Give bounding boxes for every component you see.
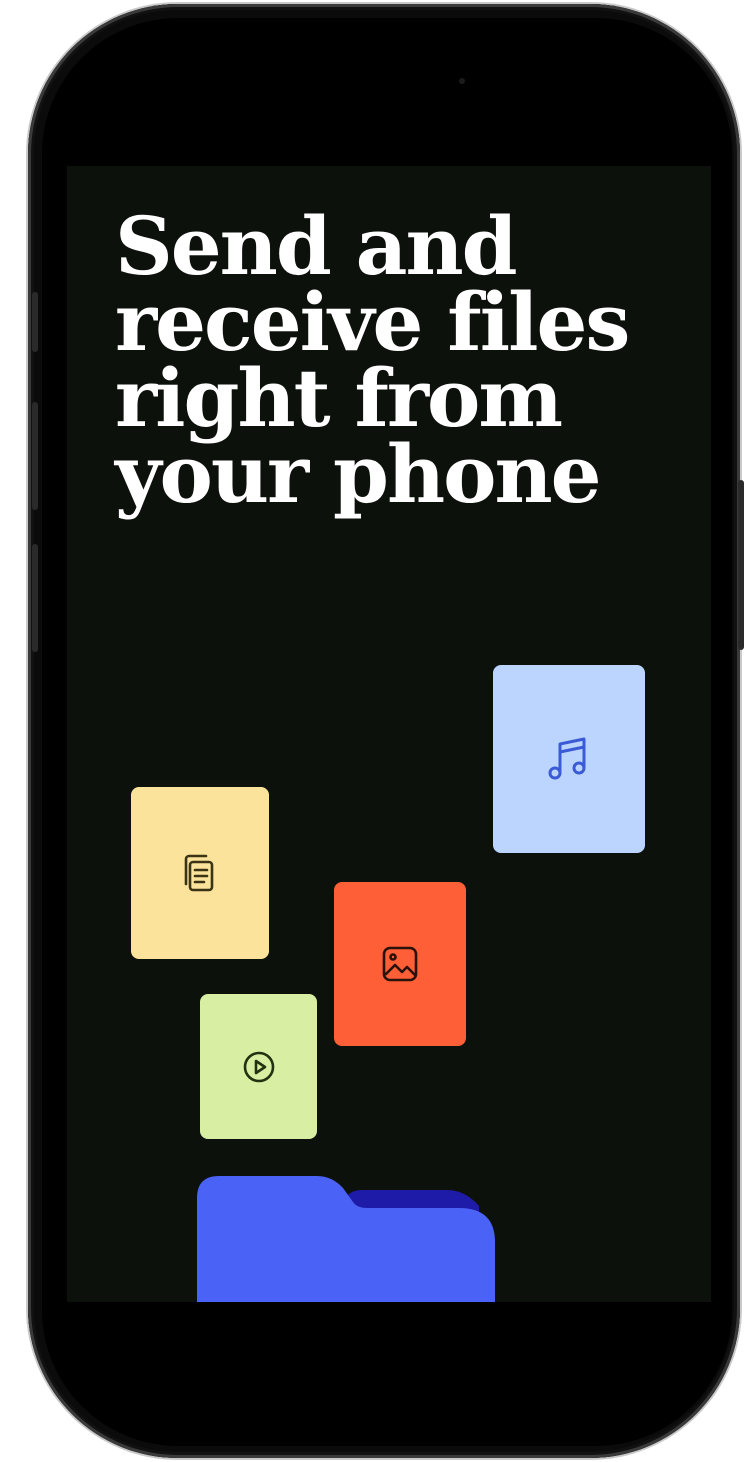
- camera-dot: [459, 78, 465, 84]
- action-button: [32, 292, 38, 352]
- video-file-card: [200, 994, 317, 1139]
- headline-line-3: right from: [115, 351, 563, 445]
- folder-icon: [197, 1172, 497, 1302]
- video-icon: [241, 1049, 277, 1085]
- image-file-card: [334, 882, 466, 1046]
- music-icon: [546, 735, 592, 783]
- headline-line-2: receive files: [115, 275, 630, 369]
- onboarding-screen: Send and receive files right from your p…: [67, 166, 711, 1302]
- document-file-card: [131, 787, 269, 959]
- headline-line-4: your phone: [115, 427, 602, 521]
- document-icon: [180, 852, 220, 894]
- headline-line-1: Send and: [115, 199, 518, 293]
- image-icon: [380, 944, 420, 984]
- headline: Send and receive files right from your p…: [115, 199, 675, 521]
- volume-down-button: [32, 544, 38, 652]
- power-button: [738, 480, 744, 650]
- music-file-card: [493, 665, 645, 853]
- volume-up-button: [32, 402, 38, 510]
